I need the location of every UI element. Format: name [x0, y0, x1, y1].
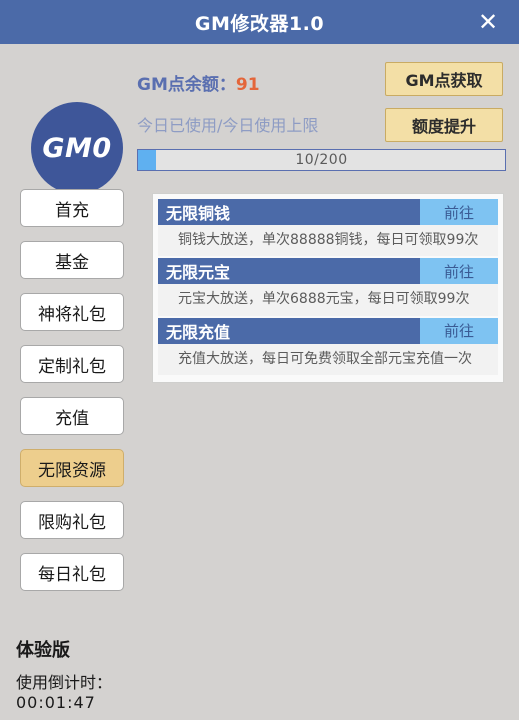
resource-item: 无限铜钱 前往 铜钱大放送，单次88888铜钱，每日可领取99次 — [158, 199, 498, 257]
gm-balance: GM点余额：91 — [137, 70, 260, 95]
gm-point-acquire-button[interactable]: GM点获取 — [385, 62, 503, 96]
account-header: GM0 GM点余额：91 今日已使用/今日使用上限 GM点获取 额度提升 10/… — [0, 44, 519, 194]
close-icon[interactable]: ✕ — [475, 9, 501, 35]
avatar: GM0 — [31, 102, 123, 194]
countdown-value: 00:01:47 — [16, 693, 96, 712]
resource-item-description: 充值大放送，每日可免费领取全部元宝充值一次 — [158, 343, 498, 375]
sidebar-item-6[interactable]: 限购礼包 — [20, 501, 124, 539]
gm-balance-label: GM点余额： — [137, 75, 236, 95]
goto-button[interactable]: 前往 — [420, 317, 498, 344]
sidebar: 首充基金神将礼包定制礼包充值无限资源限购礼包每日礼包 — [20, 189, 124, 591]
gm-balance-value: 91 — [235, 75, 260, 95]
title-bar: GM修改器1.0 ✕ — [0, 0, 519, 44]
goto-button[interactable]: 前往 — [420, 258, 498, 285]
avatar-label: GM0 — [42, 132, 112, 164]
quota-upgrade-button[interactable]: 额度提升 — [385, 108, 503, 142]
usage-progress-bar: 10/200 — [137, 149, 506, 171]
page-title: GM修改器1.0 — [194, 12, 325, 35]
resource-item-header: 无限铜钱 前往 — [158, 199, 498, 225]
sidebar-item-7[interactable]: 每日礼包 — [20, 553, 124, 591]
sidebar-item-0[interactable]: 首充 — [20, 189, 124, 227]
resource-panel: 无限铜钱 前往 铜钱大放送，单次88888铜钱，每日可领取99次 无限元宝 前往 元宝大放… — [152, 193, 504, 383]
resource-item-title: 无限元宝 — [166, 263, 231, 283]
resource-item-title: 无限充值 — [166, 322, 231, 342]
resource-item: 无限元宝 前往 元宝大放送，单次6888元宝，每日可领取99次 — [158, 258, 498, 316]
resource-item-header: 无限充值 前往 — [158, 317, 498, 344]
countdown-label: 使用倒计时： — [16, 673, 113, 692]
main-content: 首充 基金 神将礼包 定制礼包 充值 无限资源 限购礼包 每日礼包 无限铜钱 前往 铜钱大放送，单… — [0, 185, 519, 720]
edition-label: 体验版 — [16, 640, 70, 661]
usage-progress-text: 10/200 — [295, 152, 348, 168]
sidebar-item-5[interactable]: 无限资源 — [20, 449, 124, 487]
footer: 体验版 使用倒计时： 00:01:47 — [16, 636, 112, 712]
sidebar-item-2[interactable]: 神将礼包 — [20, 293, 124, 331]
sidebar-item-4[interactable]: 充值 — [20, 397, 124, 435]
sidebar-item-3[interactable]: 定制礼包 — [20, 345, 124, 383]
goto-button[interactable]: 前往 — [420, 199, 498, 225]
resource-item-header: 无限元宝 前往 — [158, 258, 498, 285]
sidebar-item-1[interactable]: 基金 — [20, 241, 124, 279]
resource-item-description: 元宝大放送，单次6888元宝，每日可领取99次 — [158, 284, 498, 316]
resource-item-description: 铜钱大放送，单次88888铜钱，每日可领取99次 — [158, 225, 498, 257]
resource-item: 无限充值 前往 充值大放送，每日可免费领取全部元宝充值一次 — [158, 317, 498, 375]
usage-limit-label: 今日已使用/今日使用上限 — [137, 116, 319, 135]
resource-item-title: 无限铜钱 — [166, 204, 231, 223]
